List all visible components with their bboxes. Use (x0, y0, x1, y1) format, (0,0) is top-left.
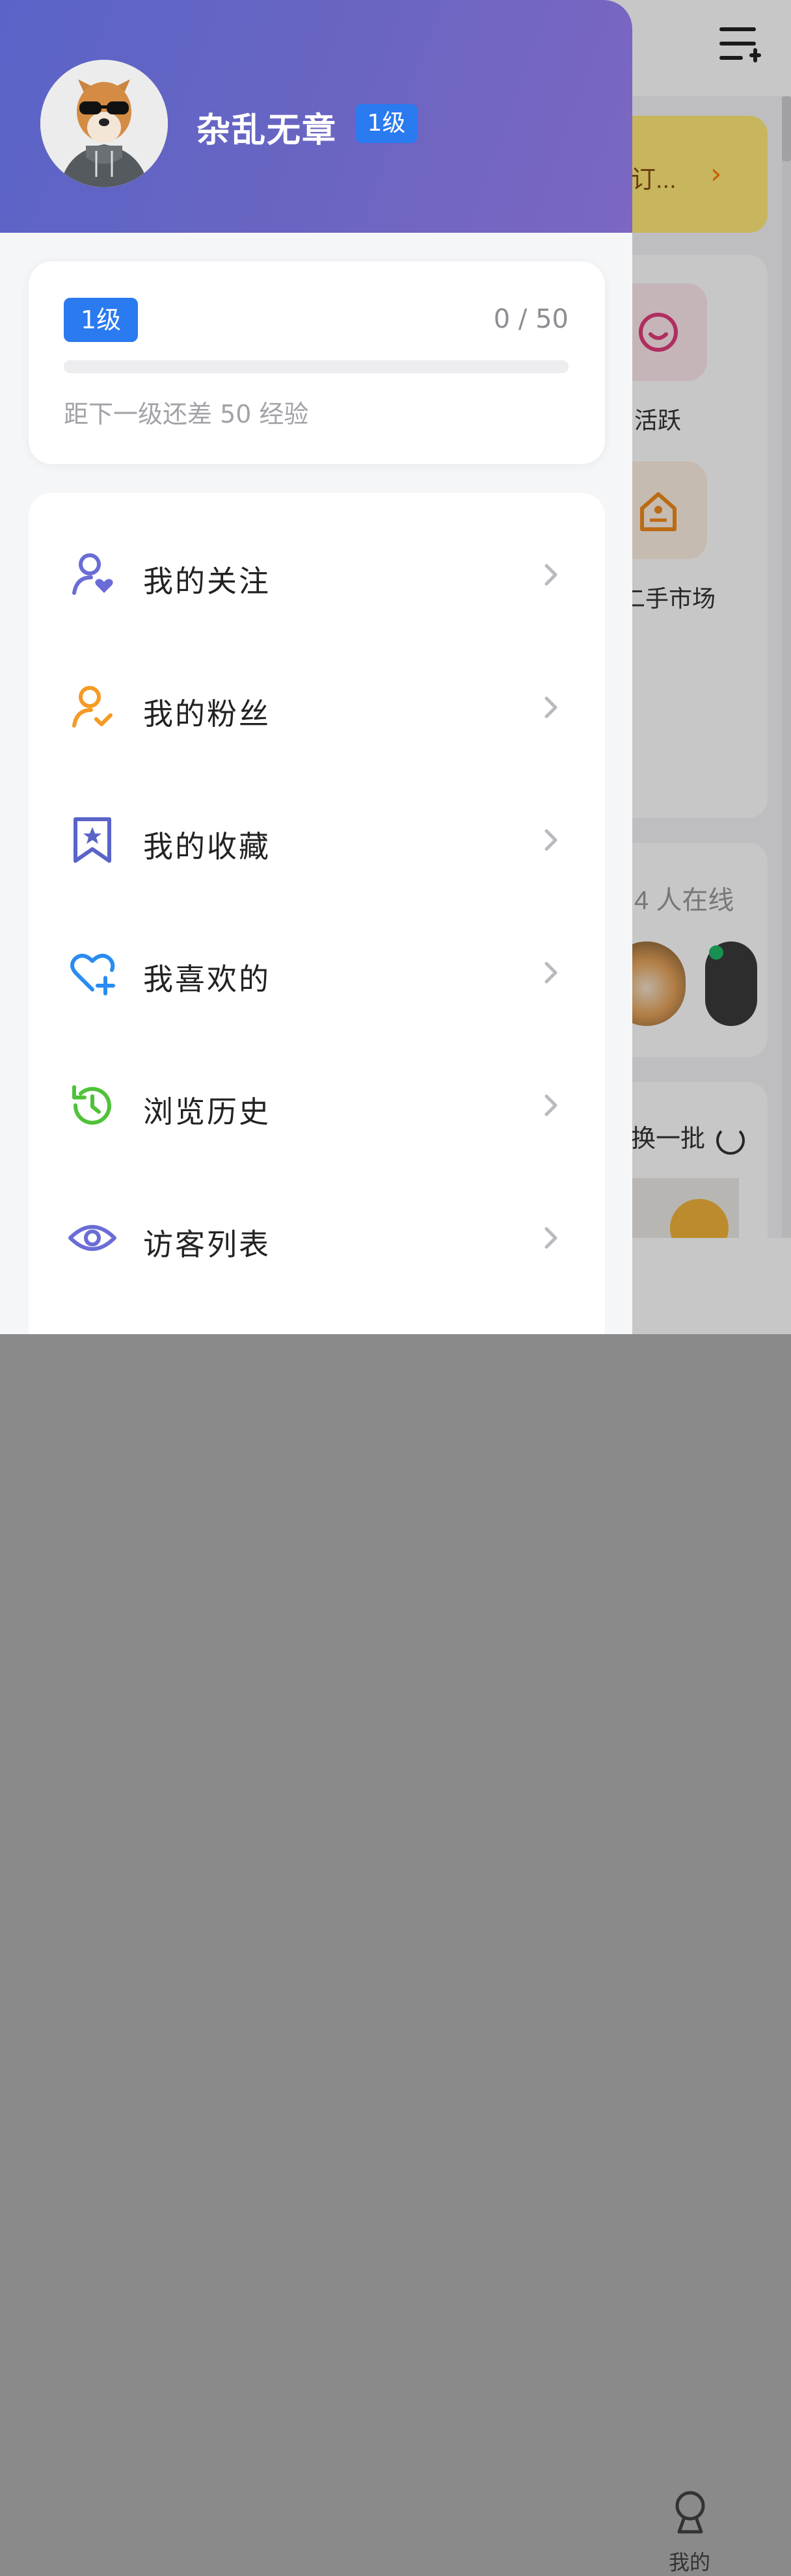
chevron-right-icon (544, 1094, 557, 1116)
menu-label-history: 浏览历史 (143, 1094, 271, 1129)
menu-label-following: 我的关注 (143, 564, 271, 599)
chevron-right-icon (544, 564, 557, 586)
menu-item-fans[interactable]: 我的粉丝 (29, 642, 605, 775)
fans-user-check-icon (72, 686, 113, 728)
chevron-right-icon (544, 829, 557, 851)
side-drawer: 杂乱无章 1级 1级 0 / 50 距下一级还差 50 经验 我的关注 我的粉丝 (0, 0, 632, 1334)
user-avatar[interactable] (40, 60, 168, 187)
history-clock-icon (72, 1085, 111, 1125)
menu-label-liked: 我喜欢的 (143, 962, 271, 997)
menu-label-fans: 我的粉丝 (143, 696, 271, 731)
menu-item-history[interactable]: 浏览历史 (29, 1040, 605, 1173)
heart-plus-icon (70, 953, 115, 995)
level-card-badge: 1级 (64, 298, 138, 342)
chevron-right-icon (544, 696, 557, 718)
menu-item-favorites[interactable]: 我的收藏 (29, 775, 605, 908)
follow-user-heart-icon (72, 553, 113, 595)
chevron-right-icon (544, 1227, 557, 1249)
next-level-hint: 距下一级还差 50 经验 (64, 400, 309, 428)
experience-progress-bar (64, 360, 569, 373)
bookmark-star-icon (74, 817, 111, 863)
menu-item-liked[interactable]: 我喜欢的 (29, 908, 605, 1040)
username[interactable]: 杂乱无章 (196, 103, 337, 151)
level-badge: 1级 (355, 104, 418, 143)
chevron-right-icon (544, 962, 557, 984)
eye-icon (68, 1225, 116, 1251)
profile-tab-icon[interactable] (670, 2489, 710, 2534)
drawer-header: 杂乱无章 1级 (0, 0, 632, 233)
menu-label-favorites: 我的收藏 (143, 829, 271, 864)
menu-item-visitors[interactable]: 访客列表 (29, 1173, 605, 1306)
menu-item-following[interactable]: 我的关注 (29, 510, 605, 642)
tab-profile-label[interactable]: 我的 (669, 2546, 710, 2576)
dog-avatar-icon (40, 60, 168, 187)
menu-label-visitors: 访客列表 (143, 1227, 271, 1262)
experience-progress-text: 0 / 50 (493, 304, 569, 334)
